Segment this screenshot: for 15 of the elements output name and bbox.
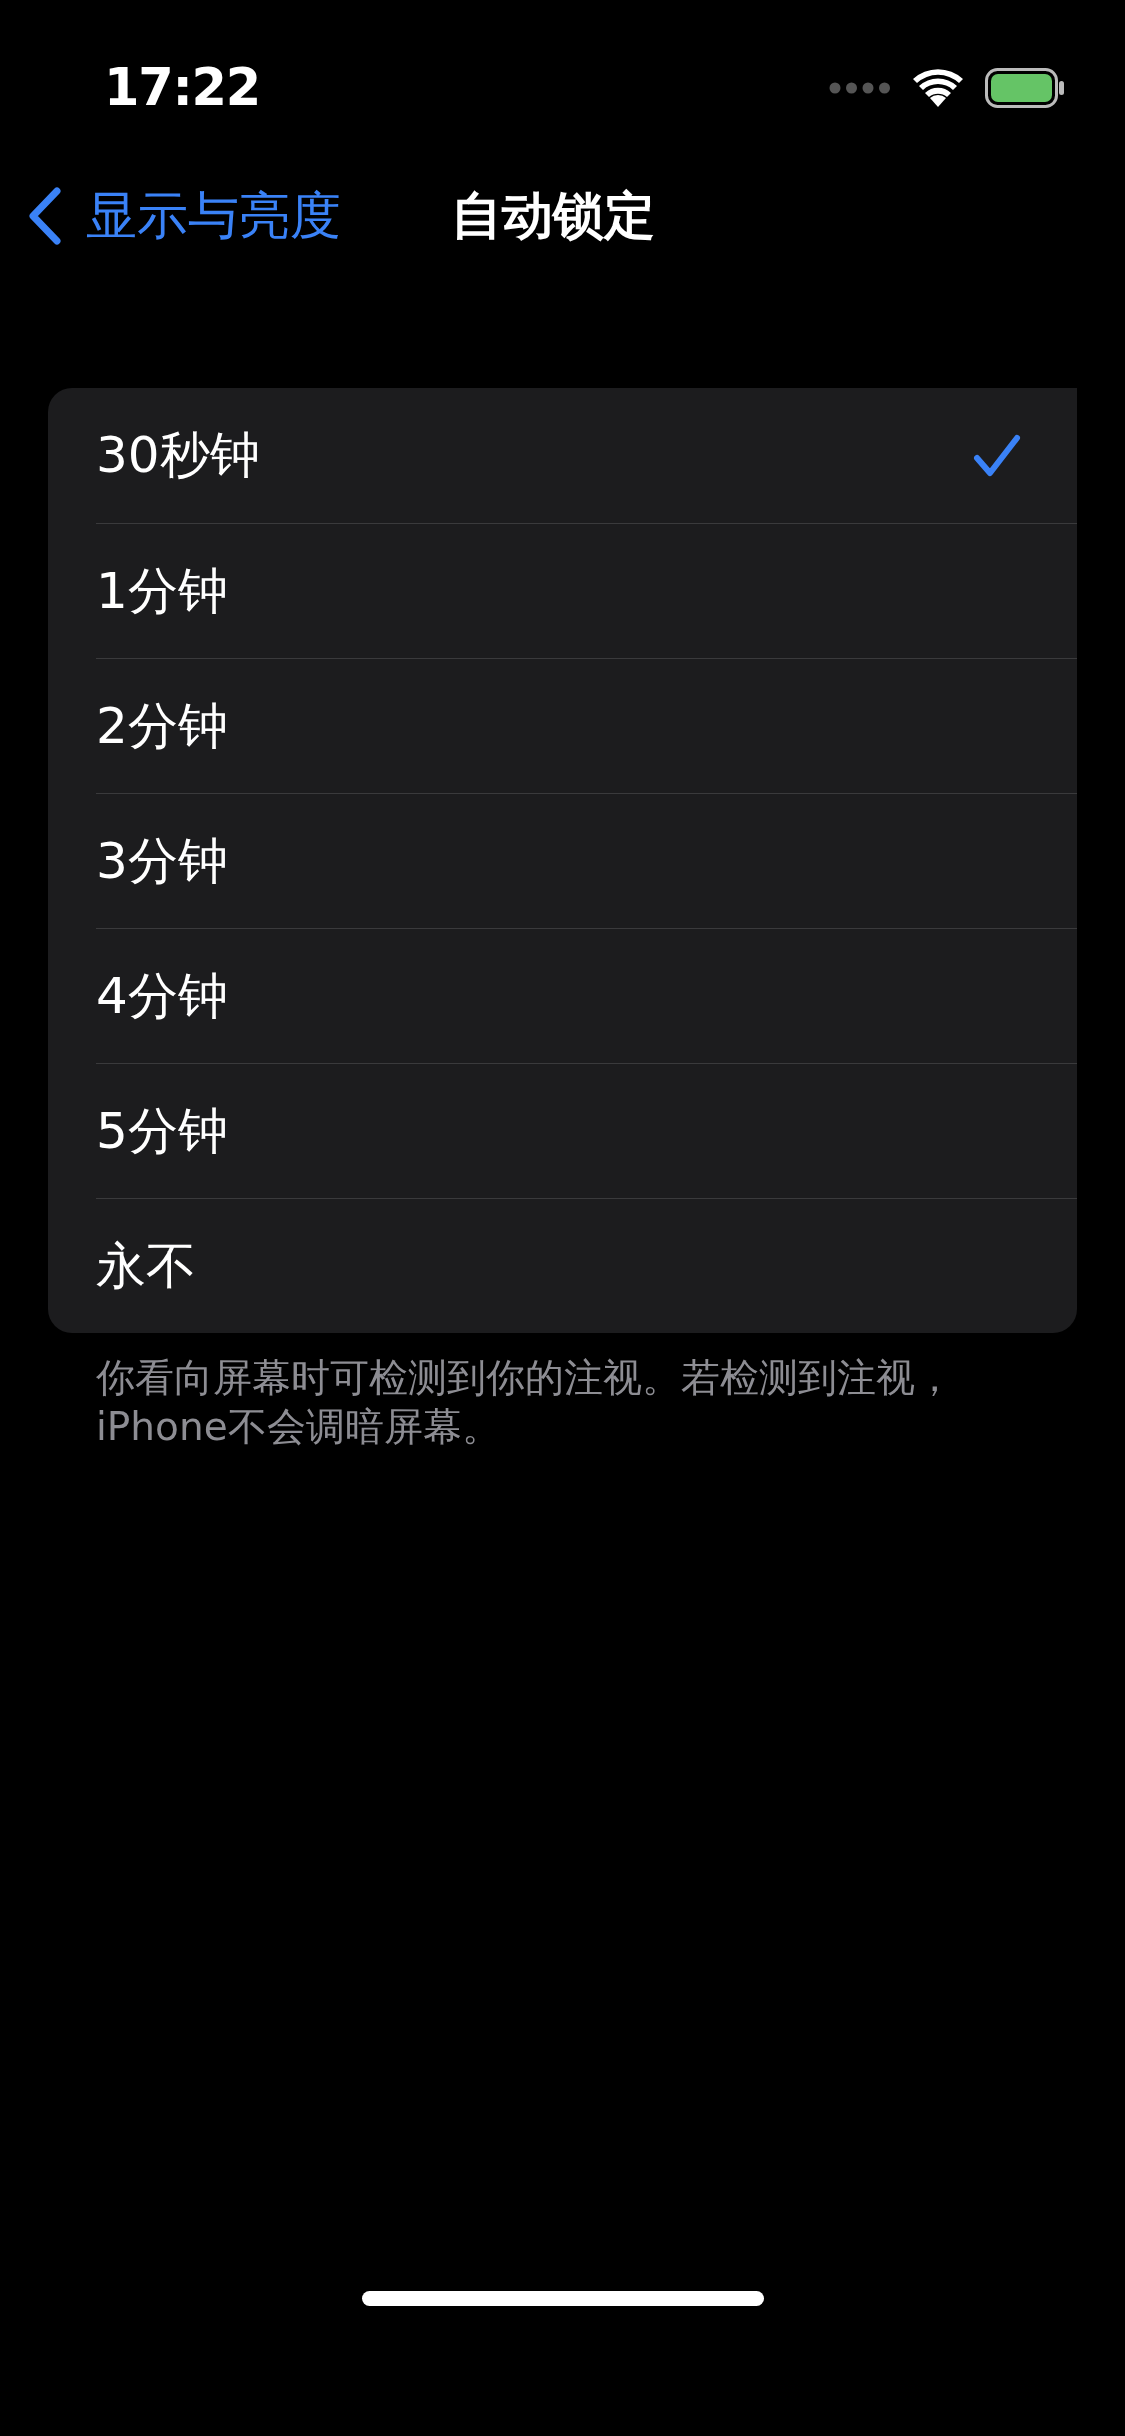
option-row[interactable]: 永不	[96, 1198, 1077, 1333]
option-row[interactable]: 3分钟	[96, 793, 1077, 928]
option-row[interactable]: 5分钟	[96, 1063, 1077, 1198]
wifi-icon	[913, 69, 963, 107]
page-title: 自动锁定	[451, 184, 655, 247]
checkmark-icon	[973, 433, 1021, 478]
status-time: 17:22	[104, 56, 260, 119]
option-row[interactable]: 4分钟	[96, 928, 1077, 1063]
option-row[interactable]: 1分钟	[96, 523, 1077, 658]
back-button[interactable]: 显示与亮度	[0, 177, 341, 255]
battery-icon	[985, 68, 1065, 108]
back-chevron-icon	[28, 187, 62, 245]
no-signal-icon	[829, 82, 891, 94]
footer-note: 你看向屏幕时可检测到你的注视。若检测到注视，iPhone不会调暗屏幕。	[96, 1354, 955, 1451]
option-row[interactable]: 2分钟	[96, 658, 1077, 793]
